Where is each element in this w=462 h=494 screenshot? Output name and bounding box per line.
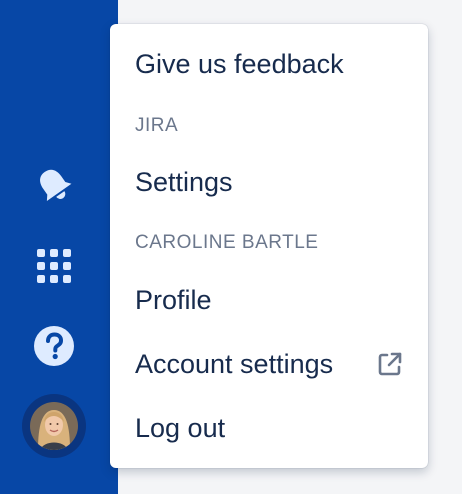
menu-item-log-out[interactable]: Log out <box>135 412 404 444</box>
notifications-icon[interactable] <box>34 164 74 206</box>
avatar <box>30 402 78 450</box>
menu-item-give-feedback[interactable]: Give us feedback <box>135 48 404 80</box>
section-heading-jira: JIRA <box>135 115 179 136</box>
external-link-icon <box>376 350 404 378</box>
menu-item-label: Account settings <box>135 349 334 379</box>
menu-item-label: Log out <box>135 413 226 443</box>
profile-dropdown-menu: Give us feedback JIRA Settings CAROLINE … <box>110 24 428 468</box>
menu-item-label: Settings <box>135 167 233 197</box>
help-icon[interactable] <box>32 324 76 368</box>
menu-item-account-settings[interactable]: Account settings <box>135 348 404 380</box>
app-root: Give us feedback JIRA Settings CAROLINE … <box>0 0 462 494</box>
menu-item-label: Give us feedback <box>135 49 344 79</box>
menu-item-profile[interactable]: Profile <box>135 284 404 316</box>
menu-item-settings[interactable]: Settings <box>135 166 404 198</box>
global-sidebar <box>0 0 118 494</box>
section-heading-user: CAROLINE BARTLE <box>135 232 319 253</box>
profile-avatar-button[interactable] <box>22 394 86 458</box>
menu-item-label: Profile <box>135 285 212 315</box>
app-switcher-icon[interactable] <box>34 246 74 286</box>
